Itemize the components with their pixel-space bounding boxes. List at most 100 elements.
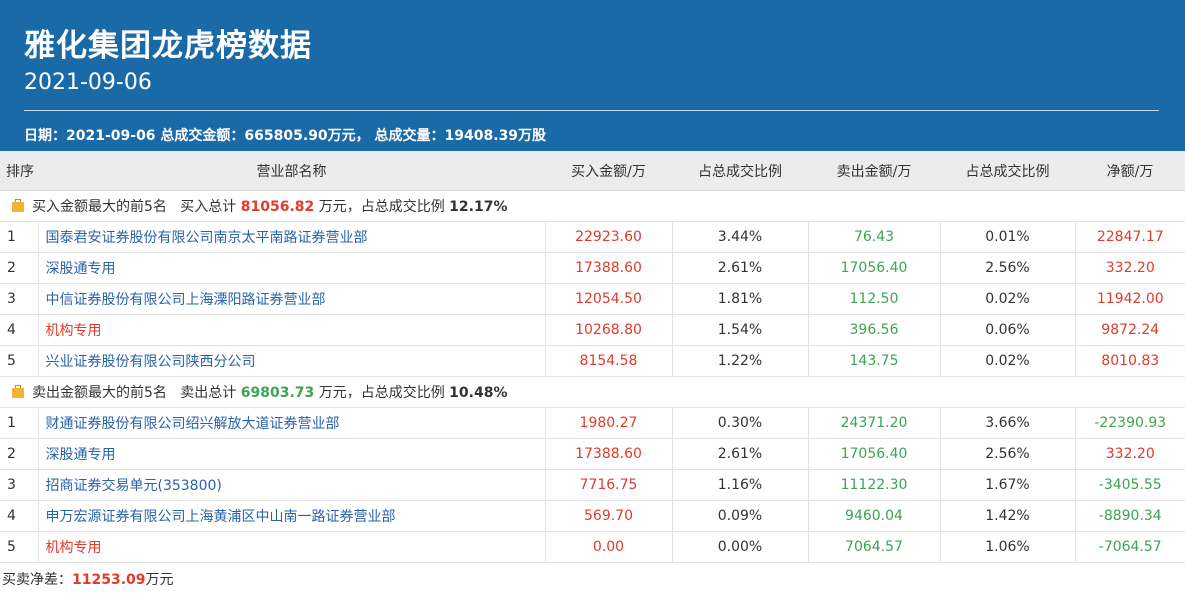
buy-ratio-value: 12.17% [449,199,508,215]
sell-amount-cell: 396.56 [807,314,940,346]
net-diff-unit: 万元 [145,572,174,588]
col-header-buy: 买入金额/万 [545,151,672,191]
sell-group-cell: 卖出金额最大的前5名 卖出总计 69803.73 万元，占总成交比例 10.48… [0,376,1185,408]
buy-ratio-cell: 1.22% [671,345,808,377]
sell-amount-cell: 17056.40 [807,252,940,284]
net-amount-cell: 8010.83 [1074,345,1185,377]
branch-name-link[interactable]: 中信证券股份有限公司上海溧阳路证券营业部 [37,283,545,315]
page-header: 雅化集团龙虎榜数据 2021-09-06 日期：2021-09-06 总成交金额… [0,0,1185,151]
net-amount-cell: 332.20 [1074,252,1185,284]
sell-group-label: 卖出金额最大的前5名 [32,385,167,401]
sell-ratio-cell: 0.02% [939,283,1075,315]
rank-cell: 2 [0,438,38,470]
buy-group-header: 买入金额最大的前5名 买入总计 81056.82 万元，占总成交比例 12.17… [0,190,1185,222]
buy-ratio-cell: 2.61% [671,438,808,470]
buy-ratio-cell: 2.61% [671,252,808,284]
buy-ratio-cell: 1.54% [671,314,808,346]
table-row: 5 兴业证券股份有限公司陕西分公司 8154.58 1.22% 143.75 0.02% 8… [0,345,1185,377]
buy-amount-cell: 569.70 [544,500,672,532]
branch-name-link[interactable]: 机构专用 [37,314,545,346]
sell-unit-text: 万元，占总成交比例 [318,385,445,401]
table-row: 4 机构专用 10268.80 1.54% 396.56 0.06% 9872.24 [0,314,1185,346]
rank-cell: 4 [0,500,38,532]
sell-amount-cell: 24371.20 [807,407,940,439]
buy-unit-text: 万元，占总成交比例 [318,199,445,215]
buy-ratio-cell: 0.00% [671,531,808,563]
col-header-name: 营业部名称 [38,151,545,191]
sell-amount-cell: 9460.04 [807,500,940,532]
net-amount-cell: -8890.34 [1074,500,1185,532]
sell-ratio-cell: 0.01% [939,221,1075,253]
rank-cell: 1 [0,407,38,439]
sell-amount-cell: 76.43 [807,221,940,253]
table-row: 1 国泰君安证券股份有限公司南京太平南路证券营业部 22923.60 3.44% 76.… [0,221,1185,253]
rank-cell: 1 [0,221,38,253]
branch-name-link[interactable]: 深股通专用 [37,438,545,470]
sell-ratio-cell: 0.06% [939,314,1075,346]
col-header-buy-ratio: 占总成交比例 [672,151,808,191]
col-header-net: 净额/万 [1075,151,1185,191]
sell-ratio-cell: 2.56% [939,438,1075,470]
table-row: 4 申万宏源证券有限公司上海黄浦区中山南一路证券营业部 569.70 0.09% 946… [0,500,1185,532]
sell-ratio-cell: 0.02% [939,345,1075,377]
table-row: 3 中信证券股份有限公司上海溧阳路证券营业部 12054.50 1.81% 112.50… [0,283,1185,315]
net-amount-cell: -7064.57 [1074,531,1185,563]
col-header-rank: 排序 [0,151,38,191]
sell-ratio-cell: 3.66% [939,407,1075,439]
branch-name-link[interactable]: 申万宏源证券有限公司上海黄浦区中山南一路证券营业部 [37,500,545,532]
page-title: 雅化集团龙虎榜数据 [24,28,312,64]
branch-name-link[interactable]: 国泰君安证券股份有限公司南京太平南路证券营业部 [37,221,545,253]
sell-ratio-cell: 1.06% [939,531,1075,563]
sell-amount-cell: 17056.40 [807,438,940,470]
header-divider [24,110,1159,111]
buy-ratio-cell: 3.44% [671,221,808,253]
rank-cell: 5 [0,531,38,563]
net-amount-cell: 22847.17 [1074,221,1185,253]
buy-total-value: 81056.82 [240,199,315,215]
table-row: 2 深股通专用 17388.60 2.61% 17056.40 2.56% 332.20 [0,438,1185,470]
sell-amount-cell: 143.75 [807,345,940,377]
col-header-sell: 卖出金额/万 [808,151,940,191]
table-row: 1 财通证券股份有限公司绍兴解放大道证券营业部 1980.27 0.30% 24371.… [0,407,1185,439]
net-amount-cell: 11942.00 [1074,283,1185,315]
branch-name-link[interactable]: 招商证券交易单元(353800) [37,469,545,501]
sell-ratio-value: 10.48% [449,385,508,401]
sell-amount-cell: 112.50 [807,283,940,315]
buy-amount-cell: 0.00 [544,531,672,563]
table-row: 5 机构专用 0.00 0.00% 7064.57 1.06% -7064.57 [0,531,1185,563]
buy-amount-cell: 10268.80 [544,314,672,346]
net-diff-value: 11253.09 [72,572,146,588]
net-amount-cell: 9872.24 [1074,314,1185,346]
rank-cell: 3 [0,469,38,501]
buy-ratio-cell: 1.16% [671,469,808,501]
buy-amount-cell: 1980.27 [544,407,672,439]
branch-name-link[interactable]: 深股通专用 [37,252,545,284]
sell-ratio-cell: 1.42% [939,500,1075,532]
table-row: 2 深股通专用 17388.60 2.61% 17056.40 2.56% 332.20 [0,252,1185,284]
table-header-row: 排序 营业部名称 买入金额/万 占总成交比例 卖出金额/万 占总成交比例 净额/… [0,151,1185,191]
sell-total-label: 卖出总计 [180,385,237,401]
trade-summary: 日期：2021-09-06 总成交金额：665805.90万元， 总成交量：19… [24,128,547,144]
branch-name-link[interactable]: 兴业证券股份有限公司陕西分公司 [37,345,545,377]
net-difference: 买卖净差：11253.09万元 [0,569,1185,589]
buy-ratio-cell: 0.30% [671,407,808,439]
rank-cell: 3 [0,283,38,315]
page-date: 2021-09-06 [24,70,152,95]
sell-ratio-cell: 1.67% [939,469,1075,501]
buy-amount-cell: 12054.50 [544,283,672,315]
table-body: 买入金额最大的前5名 买入总计 81056.82 万元，占总成交比例 12.17… [0,190,1185,563]
net-amount-cell: -22390.93 [1074,407,1185,439]
sell-total-value: 69803.73 [240,385,315,401]
branch-name-link[interactable]: 财通证券股份有限公司绍兴解放大道证券营业部 [37,407,545,439]
buy-amount-cell: 8154.58 [544,345,672,377]
rank-cell: 4 [0,314,38,346]
buy-amount-cell: 17388.60 [544,252,672,284]
buy-amount-cell: 7716.75 [544,469,672,501]
net-diff-label: 买卖净差： [2,572,72,588]
sell-amount-cell: 7064.57 [807,531,940,563]
buy-total-label: 买入总计 [180,199,237,215]
branch-name-link[interactable]: 机构专用 [37,531,545,563]
sell-ratio-cell: 2.56% [939,252,1075,284]
buy-group-cell: 买入金额最大的前5名 买入总计 81056.82 万元，占总成交比例 12.17… [0,190,1185,222]
net-amount-cell: 332.20 [1074,438,1185,470]
